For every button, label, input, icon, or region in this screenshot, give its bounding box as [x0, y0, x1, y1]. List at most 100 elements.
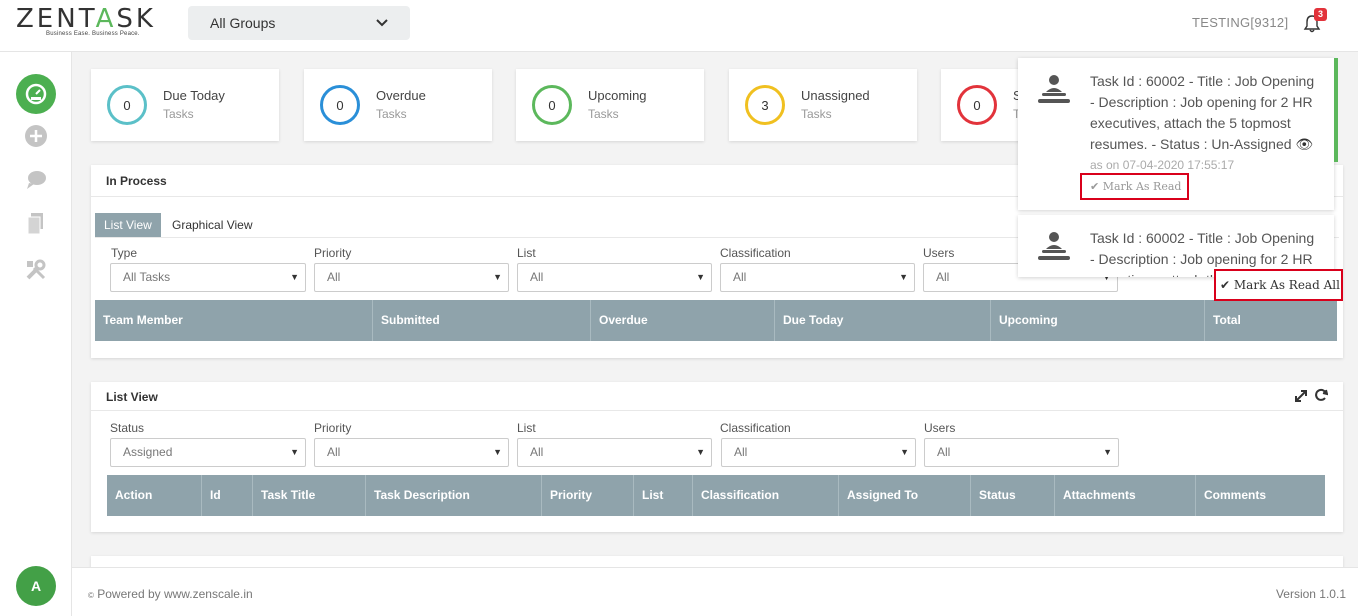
stat-subtitle: Tasks	[376, 107, 407, 121]
column-header[interactable]: Total	[1205, 300, 1337, 341]
version: Version 1.0.1	[1275, 587, 1346, 601]
column-header[interactable]: Action	[107, 475, 202, 516]
logo[interactable]: ZENTASK Business Ease. Business Peace.	[16, 4, 156, 44]
tab-list-view[interactable]: List View	[95, 213, 161, 237]
classification-select[interactable]: All ▼	[720, 263, 915, 292]
caret-down-icon: ▼	[696, 447, 705, 457]
copyright-icon: ©	[88, 591, 94, 600]
powered-by[interactable]: Powered by www.zenscale.in	[97, 587, 252, 601]
list-select[interactable]: All ▼	[517, 438, 712, 467]
eye-icon[interactable]: 👁	[1295, 136, 1313, 152]
filter-label-priority: Priority	[314, 421, 352, 435]
logo-text: ZENTASK	[16, 4, 156, 34]
stat-title: Unassigned	[801, 88, 870, 103]
document-icon[interactable]	[22, 210, 50, 238]
column-header[interactable]: Id	[202, 475, 253, 516]
select-value: All	[937, 445, 951, 459]
filter-label-classification: Classification	[720, 421, 791, 435]
stat-subtitle: Tasks	[163, 107, 194, 121]
select-value: All	[327, 445, 341, 459]
column-header[interactable]: Status	[971, 475, 1055, 516]
column-header[interactable]: Task Description	[366, 475, 542, 516]
notification-item[interactable]: Task Id : 60002 - Title : Job Opening - …	[1018, 215, 1334, 277]
notification-time: as on 07-04-2020 17:55:17	[1090, 158, 1235, 172]
footer: © Powered by www.zenscale.in Version 1.0…	[72, 567, 1358, 616]
expand-icon[interactable]	[1294, 389, 1308, 403]
mark-as-read-button[interactable]: ✔ Mark As Read	[1080, 173, 1189, 200]
stat-card-overdue[interactable]: 0 Overdue Tasks	[304, 69, 492, 141]
column-header[interactable]: Comments	[1196, 475, 1325, 516]
select-value: Assigned	[123, 445, 173, 459]
filter-label-priority: Priority	[314, 246, 352, 260]
meditation-icon	[1038, 232, 1070, 260]
stat-card-due-today[interactable]: 0 Due Today Tasks	[91, 69, 279, 141]
filter-label-users: Users	[924, 421, 956, 435]
stat-card-upcoming[interactable]: 0 Upcoming Tasks	[516, 69, 704, 141]
column-header[interactable]: Overdue	[591, 300, 775, 341]
avatar[interactable]: A	[16, 566, 56, 606]
caret-down-icon: ▼	[1103, 447, 1112, 457]
meditation-icon	[1038, 75, 1070, 103]
check-icon: ✔	[1090, 180, 1100, 193]
priority-select[interactable]: All ▼	[314, 438, 509, 467]
stat-count: 0	[320, 85, 360, 125]
caret-down-icon: ▼	[493, 447, 502, 457]
list-select[interactable]: All ▼	[517, 263, 712, 292]
column-header[interactable]: Attachments	[1055, 475, 1196, 516]
column-header[interactable]: Upcoming	[991, 300, 1205, 341]
group-select-value: All Groups	[210, 15, 276, 31]
sidebar: A	[0, 52, 72, 616]
stat-card-unassigned[interactable]: 3 Unassigned Tasks	[729, 69, 917, 141]
chevron-down-icon	[376, 19, 388, 27]
tab-graphical-view[interactable]: Graphical View	[163, 213, 261, 237]
column-header[interactable]: List	[634, 475, 693, 516]
group-select[interactable]: All Groups	[188, 6, 410, 40]
stat-count: 0	[957, 85, 997, 125]
panel-title: In Process	[106, 174, 167, 188]
caret-down-icon: ▼	[493, 272, 502, 282]
in-process-table-header: Team Member Submitted Overdue Due Today …	[95, 300, 1337, 341]
column-header[interactable]: Task Title	[253, 475, 366, 516]
caret-down-icon: ▼	[900, 447, 909, 457]
column-header[interactable]: Priority	[542, 475, 634, 516]
stat-subtitle: Tasks	[801, 107, 832, 121]
filter-label-status: Status	[110, 421, 145, 435]
stat-count: 0	[107, 85, 147, 125]
select-value: All	[530, 270, 544, 284]
logo-tagline: Business Ease. Business Peace.	[46, 31, 140, 37]
user-name[interactable]: TESTING[9312]	[1192, 15, 1288, 30]
list-view-panel: List View Status Assigned ▼ Priority All ▼…	[91, 382, 1343, 532]
refresh-icon[interactable]	[1314, 388, 1328, 402]
type-select[interactable]: All Tasks ▼	[110, 263, 306, 292]
stat-title: Due Today	[163, 88, 225, 103]
panel-title: List View	[106, 390, 158, 404]
check-icon: ✔	[1220, 278, 1231, 292]
status-select[interactable]: Assigned ▼	[110, 438, 306, 467]
mark-as-read-all-button[interactable]: ✔ Mark As Read All	[1214, 269, 1343, 301]
classification-select[interactable]: All ▼	[721, 438, 916, 467]
divider	[91, 410, 1343, 411]
stat-count: 0	[532, 85, 572, 125]
list-view-table-header: Action Id Task Title Task Description Pr…	[107, 475, 1325, 516]
tools-icon[interactable]	[22, 256, 50, 284]
priority-select[interactable]: All ▼	[314, 263, 509, 292]
filter-label-list: List	[517, 246, 536, 260]
add-icon[interactable]	[22, 122, 50, 150]
column-header[interactable]: Team Member	[95, 300, 373, 341]
select-value: All Tasks	[123, 270, 171, 284]
column-header[interactable]: Assigned To	[839, 475, 971, 516]
chat-icon[interactable]	[22, 166, 50, 194]
filter-label-list: List	[517, 421, 536, 435]
caret-down-icon: ▼	[290, 272, 299, 282]
filter-label-type: Type	[111, 246, 138, 260]
caret-down-icon: ▼	[696, 272, 705, 282]
stat-title: Upcoming	[588, 88, 647, 103]
select-value: All	[530, 445, 544, 459]
dashboard-icon[interactable]	[16, 74, 56, 114]
stat-subtitle: Tasks	[588, 107, 619, 121]
column-header[interactable]: Classification	[693, 475, 839, 516]
users-select[interactable]: All ▼	[924, 438, 1119, 467]
column-header[interactable]: Submitted	[373, 300, 591, 341]
select-value: All	[327, 270, 341, 284]
column-header[interactable]: Due Today	[775, 300, 991, 341]
